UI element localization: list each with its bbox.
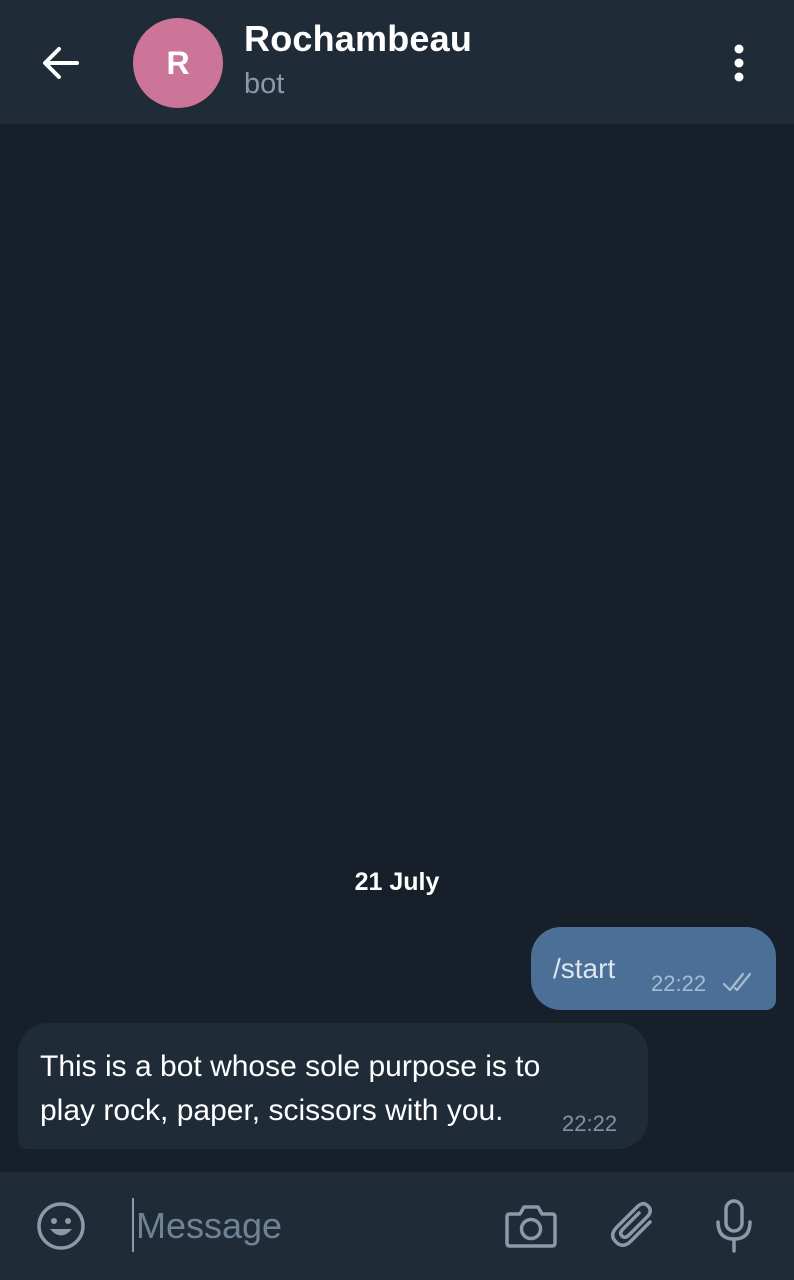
message-composer [0,1172,794,1280]
date-separator: 21 July [354,868,440,896]
smiley-icon [37,1202,85,1250]
double-check-icon [722,972,752,992]
outgoing-message[interactable]: /start 22:22 [531,927,776,1010]
arrow-left-icon [43,47,79,79]
attach-button[interactable] [605,1196,665,1256]
vertical-dots-icon [734,44,744,82]
text-cursor [132,1198,134,1252]
chat-header: R Rochambeau bot [0,0,794,124]
incoming-message[interactable]: This is a bot whose sole purpose is to p… [18,1023,648,1149]
message-text: This is a bot whose sole purpose is to p… [40,1050,541,1127]
message-text: /start [553,953,616,984]
camera-button[interactable] [501,1196,561,1256]
voice-message-button[interactable] [704,1196,764,1256]
emoji-button[interactable] [31,1196,91,1256]
more-options-button[interactable] [712,36,766,90]
paperclip-icon [611,1202,652,1247]
chat-subtitle: bot [244,68,285,100]
back-button[interactable] [30,32,92,94]
message-time: 22:22 [651,971,707,996]
message-time: 22:22 [562,1111,618,1136]
avatar-letter: R [166,44,190,81]
message-input[interactable] [136,1196,476,1256]
chat-title[interactable]: Rochambeau [244,18,472,60]
avatar[interactable]: R [133,18,223,108]
camera-icon [505,1205,557,1248]
microphone-icon [716,1199,752,1253]
message-list[interactable] [0,124,794,1172]
